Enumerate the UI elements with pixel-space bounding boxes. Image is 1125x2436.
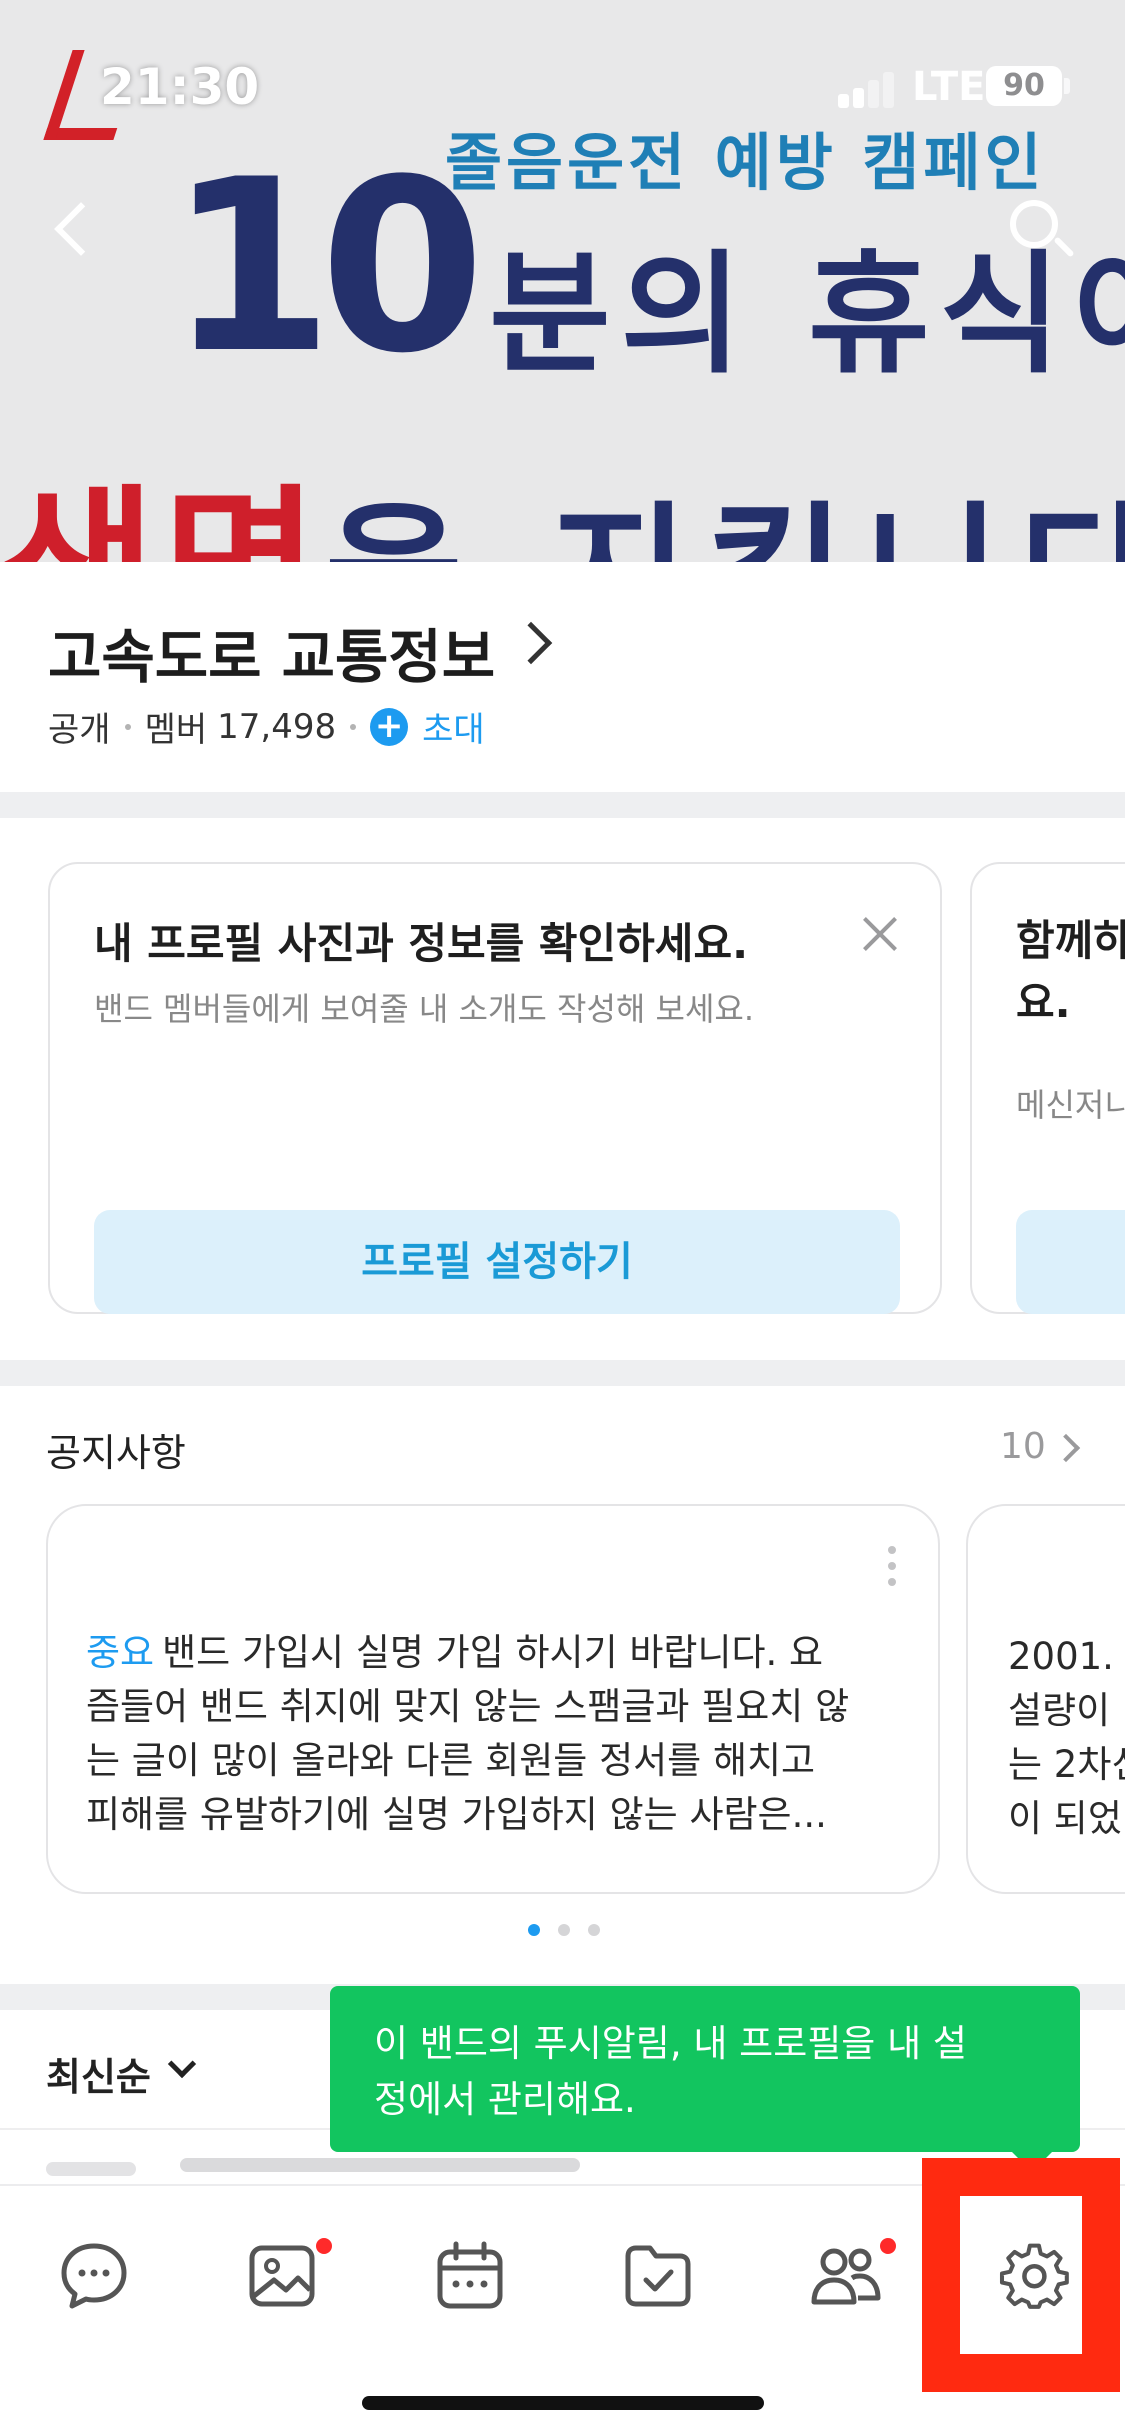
notice-line: 2001. <box>1008 1635 1114 1678</box>
band-meta: 공개 멤버 17,498 + 초대 <box>48 702 485 751</box>
home-indicator[interactable] <box>362 2396 764 2410</box>
banner-number: 10 <box>168 129 485 406</box>
banner-headline: 10분의 휴식이 <box>168 149 1125 399</box>
chat-icon <box>61 2243 127 2309</box>
calendar-icon <box>437 2241 503 2309</box>
page-dot <box>588 1924 600 1936</box>
banner-subline: 생명을 지킵니다 <box>0 430 1125 562</box>
members-label: 멤버 <box>144 710 208 750</box>
meta-separator <box>350 723 357 730</box>
tooltip-line: 이 밴드의 푸시알림, 내 프로필을 내 설 <box>374 2022 967 2065</box>
tab-members[interactable] <box>786 2226 906 2336</box>
settings-tooltip: 이 밴드의 푸시알림, 내 프로필을 내 설 정에서 관리해요. <box>330 1986 1080 2152</box>
notice-line: 설량이 <box>1008 1689 1111 1732</box>
notice-line: 이 되었 <box>1008 1797 1122 1840</box>
notice-line: 는 글이 많이 올라와 다른 회원들 정서를 해치고 <box>86 1739 816 1782</box>
notice-line: 피해를 유발하기에 실명 가입하지 않는 사람은... <box>86 1793 827 1836</box>
band-header: 고속도로 교통정보 공개 멤버 17,498 + 초대 <box>0 562 1125 792</box>
tab-files[interactable] <box>598 2226 718 2336</box>
profile-card-title: 내 프로필 사진과 정보를 확인하세요. <box>94 919 749 968</box>
photo-icon <box>249 2245 315 2307</box>
band-title[interactable]: 고속도로 교통정보 <box>48 610 495 694</box>
next-prompt-card[interactable]: 함께하 요. 메신저니 <box>970 862 1125 1314</box>
notice-body: 2001. 설량이 는 2차신 이 되었 <box>1008 1630 1125 1846</box>
notice-line: 는 2차신 <box>1008 1743 1125 1786</box>
status-time: 21:30 <box>100 58 260 116</box>
tooltip-line: 정에서 관리해요. <box>374 2078 636 2121</box>
next-card-button[interactable] <box>1016 1210 1125 1314</box>
next-card-subtitle: 메신저니 <box>1016 1086 1125 1124</box>
banner-subline-navy: 을 지킵니다 <box>325 489 1125 562</box>
post-preview-avatar <box>46 2162 136 2176</box>
new-badge <box>316 2238 332 2254</box>
signal-icon <box>838 70 898 108</box>
tab-chat[interactable] <box>34 2226 154 2336</box>
sort-dropdown[interactable]: 최신순 <box>46 2046 151 2101</box>
tab-calendar[interactable] <box>410 2226 530 2336</box>
banner-subline-red: 생명 <box>0 470 325 562</box>
close-icon[interactable] <box>858 912 902 956</box>
settings-highlight-box <box>922 2158 1120 2392</box>
notice-card[interactable]: 2001. 설량이 는 2차신 이 되었 <box>966 1504 1125 1894</box>
section-divider <box>0 792 1125 818</box>
members-icon <box>811 2248 881 2305</box>
profile-card-subtitle: 밴드 멤버들에게 보여줄 내 소개도 작성해 보세요. <box>94 990 755 1028</box>
notice-line: 즘들어 밴드 취지에 맞지 않는 스팸글과 필요치 않 <box>86 1685 850 1728</box>
meta-separator <box>124 723 131 730</box>
notice-line: 밴드 가입시 실명 가입 하시기 바랍니다. 요 <box>162 1631 824 1674</box>
notice-heading: 공지사항 <box>46 1431 186 1475</box>
notice-card[interactable]: 중요 밴드 가입시 실명 가입 하시기 바랍니다. 요 즘들어 밴드 취지에 맞지… <box>46 1504 940 1894</box>
back-icon[interactable] <box>44 192 100 268</box>
important-tag: 중요 <box>86 1631 155 1674</box>
status-bar: 21:30 LTE 90 <box>0 0 1125 150</box>
chevron-right-icon[interactable] <box>509 621 553 665</box>
page-dot-active <box>528 1924 540 1936</box>
invite-link[interactable]: 초대 <box>422 702 485 751</box>
folder-check-icon <box>625 2245 691 2307</box>
post-preview-text <box>180 2158 580 2172</box>
notice-body: 중요 밴드 가입시 실명 가입 하시기 바랍니다. 요 즘들어 밴드 취지에 맞지… <box>86 1626 906 1842</box>
next-card-title: 함께하 요. <box>1016 916 1125 1027</box>
search-icon[interactable] <box>1000 190 1080 270</box>
notice-section: 공지사항 10 중요 밴드 가입시 실명 가입 하시기 바랍니다. 요 즘들어 밴… <box>0 1386 1125 1980</box>
profile-prompt-card: 내 프로필 사진과 정보를 확인하세요. 밴드 멤버들에게 보여줄 내 소개도 … <box>48 862 942 1314</box>
tab-photos[interactable] <box>222 2226 342 2336</box>
plus-circle-icon[interactable]: + <box>370 707 409 746</box>
member-count: 17,498 <box>217 706 337 747</box>
profile-card-carousel[interactable]: 내 프로필 사진과 정보를 확인하세요. 밴드 멤버들에게 보여줄 내 소개도 … <box>0 818 1125 1360</box>
band-visibility: 공개 <box>48 710 111 750</box>
profile-setup-button[interactable]: 프로필 설정하기 <box>94 1210 900 1314</box>
chevron-down-icon[interactable] <box>167 2049 197 2079</box>
network-type: LTE <box>912 64 986 110</box>
notice-count[interactable]: 10 <box>1000 1426 1046 1467</box>
battery-tip <box>1064 78 1070 94</box>
page-dot <box>558 1924 570 1936</box>
more-options-icon[interactable] <box>888 1546 896 1586</box>
chevron-right-icon[interactable] <box>1051 1433 1081 1463</box>
section-divider <box>0 1360 1125 1386</box>
battery-icon: 90 <box>986 66 1062 106</box>
new-badge <box>880 2238 896 2254</box>
carousel-page-dots <box>528 1924 600 1936</box>
